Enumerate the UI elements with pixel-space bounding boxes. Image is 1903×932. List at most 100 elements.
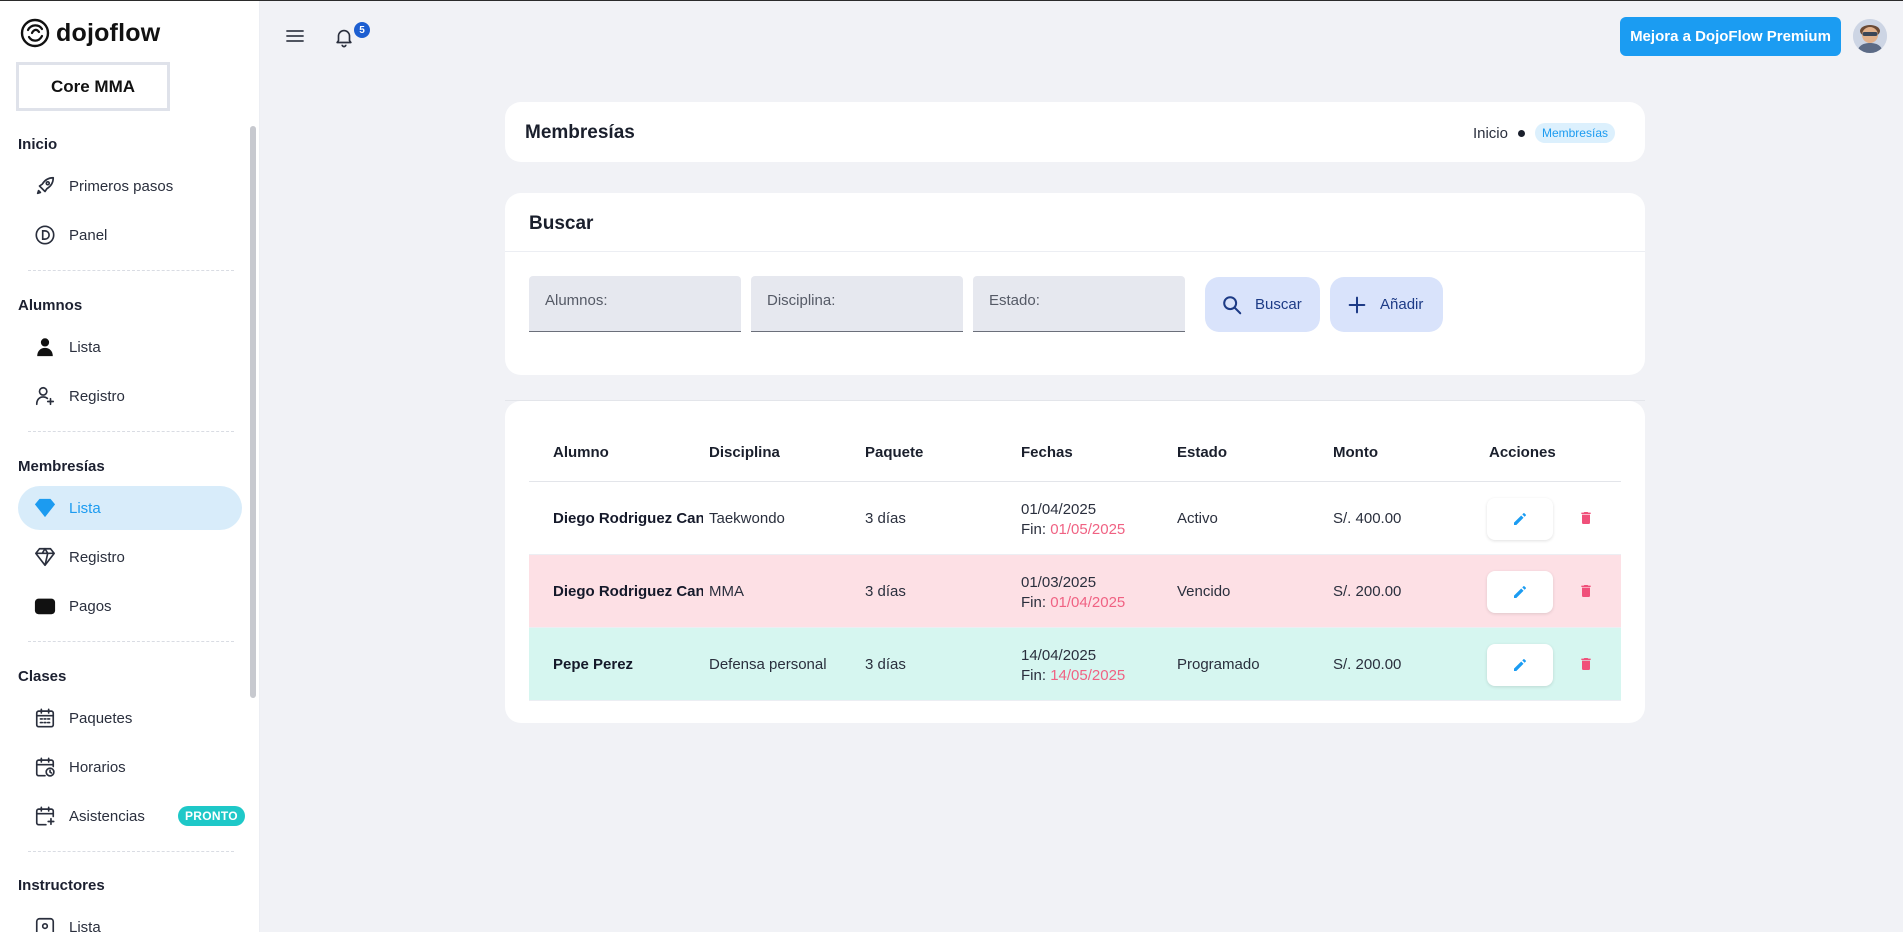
upgrade-premium-button[interactable]: Mejora a DojoFlow Premium [1620,17,1841,56]
estado-cell: Programado [1177,656,1260,673]
search-button-label: Buscar [1255,296,1302,313]
add-button[interactable]: Añadir [1330,277,1443,332]
monto-cell: S/. 200.00 [1333,583,1402,600]
calendar-clock-icon [34,756,56,778]
delete-button[interactable] [1575,653,1597,675]
sidebar-item-label: Primeros pasos [69,177,174,195]
column-header-fechas[interactable]: Fechas [1021,444,1073,461]
sidebar-scrollbar[interactable] [250,126,256,698]
sidebar-divider [28,431,234,432]
paquete-cell: 3 días [865,583,906,600]
search-icon [1223,295,1242,314]
sidebar-item-paquetes[interactable]: Paquetes [18,696,242,740]
bell-icon[interactable] [333,26,355,48]
end-date-prefix: Fin: [1021,594,1047,611]
sidebar-item-panel[interactable]: Panel [18,213,242,257]
sidebar-item-label: Lista [69,918,101,932]
sidebar-item-alumnos-registro[interactable]: Registro [18,374,242,418]
monto-cell: S/. 400.00 [1333,510,1402,527]
wallet-icon [34,595,56,617]
alumno-cell: Diego Rodriguez Cano [553,510,703,527]
column-header-estado[interactable]: Estado [1177,444,1227,461]
paquete-cell: 3 días [865,656,906,673]
user-icon [34,336,56,358]
disciplina-cell: MMA [709,583,744,600]
sidebar-divider [28,851,234,852]
page-header-card: Membresías Inicio Membresías [505,102,1645,162]
delete-button[interactable] [1575,580,1597,602]
notification-count-badge: 5 [354,22,370,38]
end-date: 14/05/2025 [1050,667,1126,684]
panel-icon [34,224,56,246]
calendar-plus-icon [34,805,56,827]
disciplina-field-label: Disciplina: [767,292,836,309]
disciplina-cell: Taekwondo [709,510,785,527]
start-date: 14/04/2025 [1021,647,1097,664]
column-header-disciplina[interactable]: Disciplina [709,444,780,461]
table-row: Diego Rodriguez Cano MMA 3 días 01/03/20… [529,555,1621,628]
section-title-clases: Clases [18,668,67,685]
sidebar-item-label: Asistencias [69,807,145,825]
monto-cell: S/. 200.00 [1333,656,1402,673]
sidebar-item-horarios[interactable]: Horarios [18,745,242,789]
column-header-paquete[interactable]: Paquete [865,444,923,461]
add-button-label: Añadir [1380,296,1424,313]
trash-icon [1581,658,1591,670]
section-title-inicio: Inicio [18,136,58,153]
alumnos-field[interactable]: Alumnos: [529,276,741,332]
edit-button[interactable] [1487,571,1553,613]
sidebar-item-label: Registro [69,387,125,405]
badge-icon [34,916,56,932]
search-card-divider [505,251,1645,252]
breadcrumb-separator-icon [1517,129,1525,137]
menu-icon[interactable] [284,25,306,47]
sidebar-item-membresias-lista[interactable]: Lista [18,486,242,530]
dojoflow-logo-icon [20,18,50,48]
search-card: Buscar Alumnos: Disciplina: Estado: Busc… [505,193,1645,375]
plus-icon [1348,296,1366,313]
search-button[interactable]: Buscar [1205,277,1320,332]
section-title-instructores: Instructores [18,877,105,894]
end-date-prefix: Fin: [1021,521,1047,538]
sidebar-item-alumnos-lista[interactable]: Lista [18,325,242,369]
estado-field[interactable]: Estado: [973,276,1185,332]
sidebar-item-asistencias[interactable]: Asistencias PRONTO [18,794,245,838]
coming-soon-badge: PRONTO [178,806,245,826]
section-title-alumnos: Alumnos [18,297,83,314]
brand[interactable]: dojoflow [20,18,160,48]
sidebar-item-label: Panel [69,226,108,244]
column-header-alumno[interactable]: Alumno [553,444,609,461]
search-card-title: Buscar [529,213,594,234]
disciplina-cell: Defensa personal [709,656,827,673]
table-header: Alumno Disciplina Paquete Fechas Estado … [529,429,1621,482]
sidebar-item-instructores-lista[interactable]: Lista [18,905,242,932]
paquete-cell: 3 días [865,510,906,527]
estado-field-label: Estado: [989,292,1040,309]
sidebar-item-primeros-pasos[interactable]: Primeros pasos [18,164,242,208]
delete-button[interactable] [1575,507,1597,529]
diamond-outline-icon [34,546,56,568]
trash-icon [1581,585,1591,597]
avatar[interactable] [1853,19,1887,53]
page-title: Membresías [525,122,635,143]
edit-button[interactable] [1487,498,1553,540]
sidebar-item-label: Horarios [69,758,126,776]
end-date-prefix: Fin: [1021,667,1047,684]
section-title-membresias: Membresías [18,458,105,475]
calendar-icon [34,707,56,729]
sidebar-item-pagos[interactable]: Pagos [18,584,242,628]
fechas-cell: 01/04/2025 Fin: 01/05/2025 [1021,500,1125,540]
edit-button[interactable] [1487,644,1553,686]
column-header-monto[interactable]: Monto [1333,444,1378,461]
org-selector[interactable]: Core MMA [16,62,170,111]
pencil-icon [1514,659,1526,671]
sidebar-divider [28,270,234,271]
disciplina-field[interactable]: Disciplina: [751,276,963,332]
sidebar-item-label: Lista [69,499,101,517]
start-date: 01/04/2025 [1021,501,1097,518]
pencil-icon [1514,586,1526,598]
sidebar-item-membresias-registro[interactable]: Registro [18,535,242,579]
estado-cell: Activo [1177,510,1218,527]
breadcrumb-home[interactable]: Inicio [1473,125,1508,142]
sidebar-item-label: Pagos [69,597,112,615]
